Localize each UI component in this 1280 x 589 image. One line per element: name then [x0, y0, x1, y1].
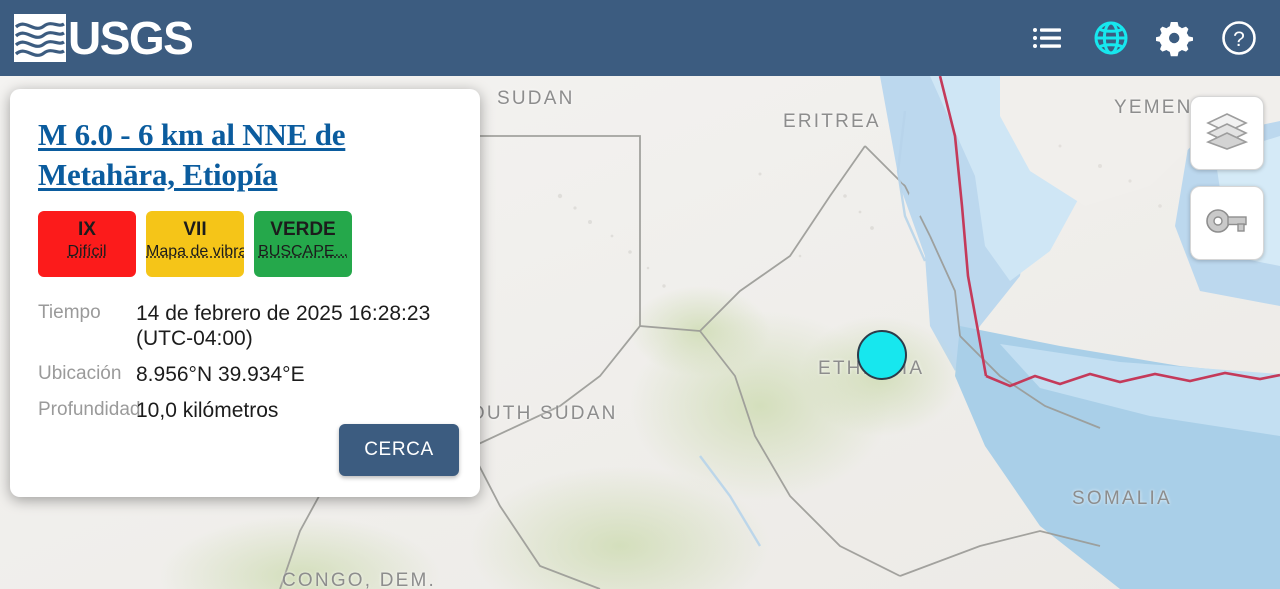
shakemap-label: Mapa de vibraciones — [146, 243, 244, 260]
detail-row-time: Tiempo 14 de febrero de 2025 16:28:23 (U… — [38, 301, 452, 351]
legend-key-button[interactable] — [1190, 186, 1264, 260]
earthquake-title-link[interactable]: M 6.0 - 6 km al NNE de Metahāra, Etiopía — [38, 117, 346, 192]
shakemap-intensity-badge[interactable]: IX Difícil — [38, 211, 136, 277]
pager-alert-badge[interactable]: VERDE BUSCAPE... — [254, 211, 352, 277]
header-icon-group: ? — [1028, 19, 1262, 57]
svg-text:?: ? — [1233, 28, 1245, 51]
shakemap-badge[interactable]: VII Mapa de vibraciones — [146, 211, 244, 277]
site-header: USGS ? — [0, 0, 1280, 76]
gear-icon[interactable] — [1156, 19, 1194, 57]
intensity-roman: IX — [78, 219, 96, 240]
usgs-logo-text: USGS — [68, 12, 194, 64]
layers-icon — [1205, 111, 1249, 156]
help-icon[interactable]: ? — [1220, 19, 1258, 57]
earthquake-detail-popup: M 6.0 - 6 km al NNE de Metahāra, Etiopía… — [10, 89, 480, 497]
globe-icon[interactable] — [1092, 19, 1130, 57]
detail-value-depth: 10,0 kilómetros — [136, 399, 279, 422]
close-popup-button[interactable]: CERCA — [339, 424, 459, 476]
detail-label-depth: Profundidad — [38, 399, 141, 420]
pager-level: VERDE — [270, 219, 336, 240]
usgs-wave-logo-icon — [14, 14, 66, 62]
detail-label-time: Tiempo — [38, 302, 101, 323]
earthquake-details: Tiempo 14 de febrero de 2025 16:28:23 (U… — [38, 301, 452, 423]
layers-button[interactable] — [1190, 96, 1264, 170]
key-icon — [1204, 204, 1250, 243]
detail-label-location: Ubicación — [38, 363, 122, 384]
earthquake-epicenter-marker[interactable] — [857, 330, 907, 380]
shakemap-roman: VII — [183, 219, 207, 240]
map-tool-buttons — [1190, 96, 1264, 260]
list-icon[interactable] — [1028, 19, 1066, 57]
pager-label: BUSCAPE... — [258, 243, 348, 260]
detail-value-location: 8.956°N 39.934°E — [136, 363, 305, 386]
detail-value-time: 14 de febrero de 2025 16:28:23 (UTC-04:0… — [136, 302, 431, 350]
usgs-logo[interactable]: USGS — [14, 12, 194, 64]
detail-row-depth: Profundidad 10,0 kilómetros — [38, 398, 452, 423]
detail-row-location: Ubicación 8.956°N 39.934°E — [38, 362, 452, 387]
badge-group: IX Difícil VII Mapa de vibraciones VERDE… — [38, 211, 452, 277]
intensity-label: Difícil — [67, 243, 107, 260]
usgs-earthquake-map-page: USGS ? SUDAN ERITREA YEMEN SOUTH SUDAN S… — [0, 0, 1280, 589]
